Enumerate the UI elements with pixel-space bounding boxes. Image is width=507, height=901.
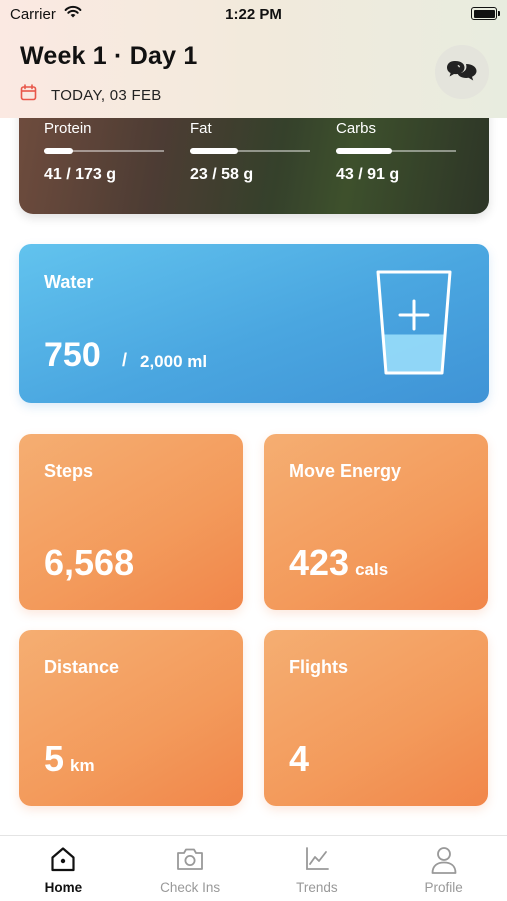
stat-number: 6,568 [44, 542, 135, 583]
stat-value: 5 km [44, 738, 95, 780]
water-amount: 750 [44, 336, 101, 374]
macro-progress-bar [336, 148, 456, 154]
water-title: Water [44, 272, 94, 292]
home-icon [49, 845, 77, 878]
date-row: TODAY, 03 FEB [20, 84, 162, 106]
battery-icon [471, 7, 500, 20]
tab-label: Trends [296, 880, 338, 895]
stat-number: 423 [289, 542, 350, 583]
stat-unit: cals [355, 560, 389, 579]
water-separator: / [122, 350, 128, 370]
move-energy-card[interactable]: Move Energy 423 cals [264, 434, 488, 610]
stat-title: Distance [44, 657, 120, 677]
stat-number: 4 [289, 738, 310, 779]
stat-title: Move Energy [289, 461, 402, 481]
macro-value: 23 / 58 g [190, 166, 254, 183]
stat-unit: km [70, 756, 95, 775]
macro-fat: Fat 23 / 58 g [190, 120, 310, 184]
tab-label: Check Ins [160, 880, 221, 895]
chat-bubbles-icon [446, 57, 478, 88]
trends-icon [303, 845, 331, 878]
app-header: Carrier 1:22 PM Week 1 · Day 1 TODAY, 03… [0, 0, 507, 118]
macro-protein: Protein 41 / 173 g [44, 120, 164, 184]
add-water-button[interactable] [374, 268, 454, 378]
page-title: Week 1 · Day 1 [20, 42, 198, 70]
tab-profile[interactable]: Profile [380, 836, 507, 901]
flights-card[interactable]: Flights 4 [264, 630, 488, 806]
status-time: 1:22 PM [225, 6, 282, 23]
stat-value: 423 cals [289, 542, 388, 584]
date-label: TODAY, 03 FEB [51, 86, 162, 104]
macro-label: Carbs [336, 120, 377, 137]
camera-icon [175, 845, 205, 878]
tab-check-ins[interactable]: Check Ins [127, 836, 254, 901]
tab-trends[interactable]: Trends [254, 836, 381, 901]
macro-label: Fat [190, 120, 212, 137]
stat-number: 5 [44, 738, 65, 779]
status-bar: Carrier 1:22 PM [0, 0, 507, 30]
macro-progress-bar [44, 148, 164, 154]
profile-icon [429, 845, 459, 880]
macro-label: Protein [44, 120, 92, 137]
steps-card[interactable]: Steps 6,568 [19, 434, 243, 610]
glass-plus-icon [376, 270, 452, 375]
macro-progress-bar [190, 148, 310, 154]
stat-value: 4 [289, 738, 309, 780]
tab-label: Profile [424, 880, 463, 895]
macro-value: 43 / 91 g [336, 166, 400, 183]
tab-home[interactable]: Home [0, 836, 127, 901]
stat-title: Flights [289, 657, 348, 677]
water-card[interactable]: Water 750 / 2,000 ml [19, 244, 489, 403]
macro-value: 41 / 173 g [44, 166, 117, 183]
water-goal: 2,000 ml [140, 352, 208, 371]
tab-bar: Home Check Ins Trends Profile [0, 835, 507, 901]
chat-button[interactable] [435, 45, 489, 99]
stat-value: 6,568 [44, 542, 134, 584]
tab-label: Home [44, 880, 83, 895]
stat-title: Steps [44, 461, 94, 481]
macro-carbs: Carbs 43 / 91 g [336, 120, 456, 184]
distance-card[interactable]: Distance 5 km [19, 630, 243, 806]
calendar-icon [20, 84, 37, 106]
